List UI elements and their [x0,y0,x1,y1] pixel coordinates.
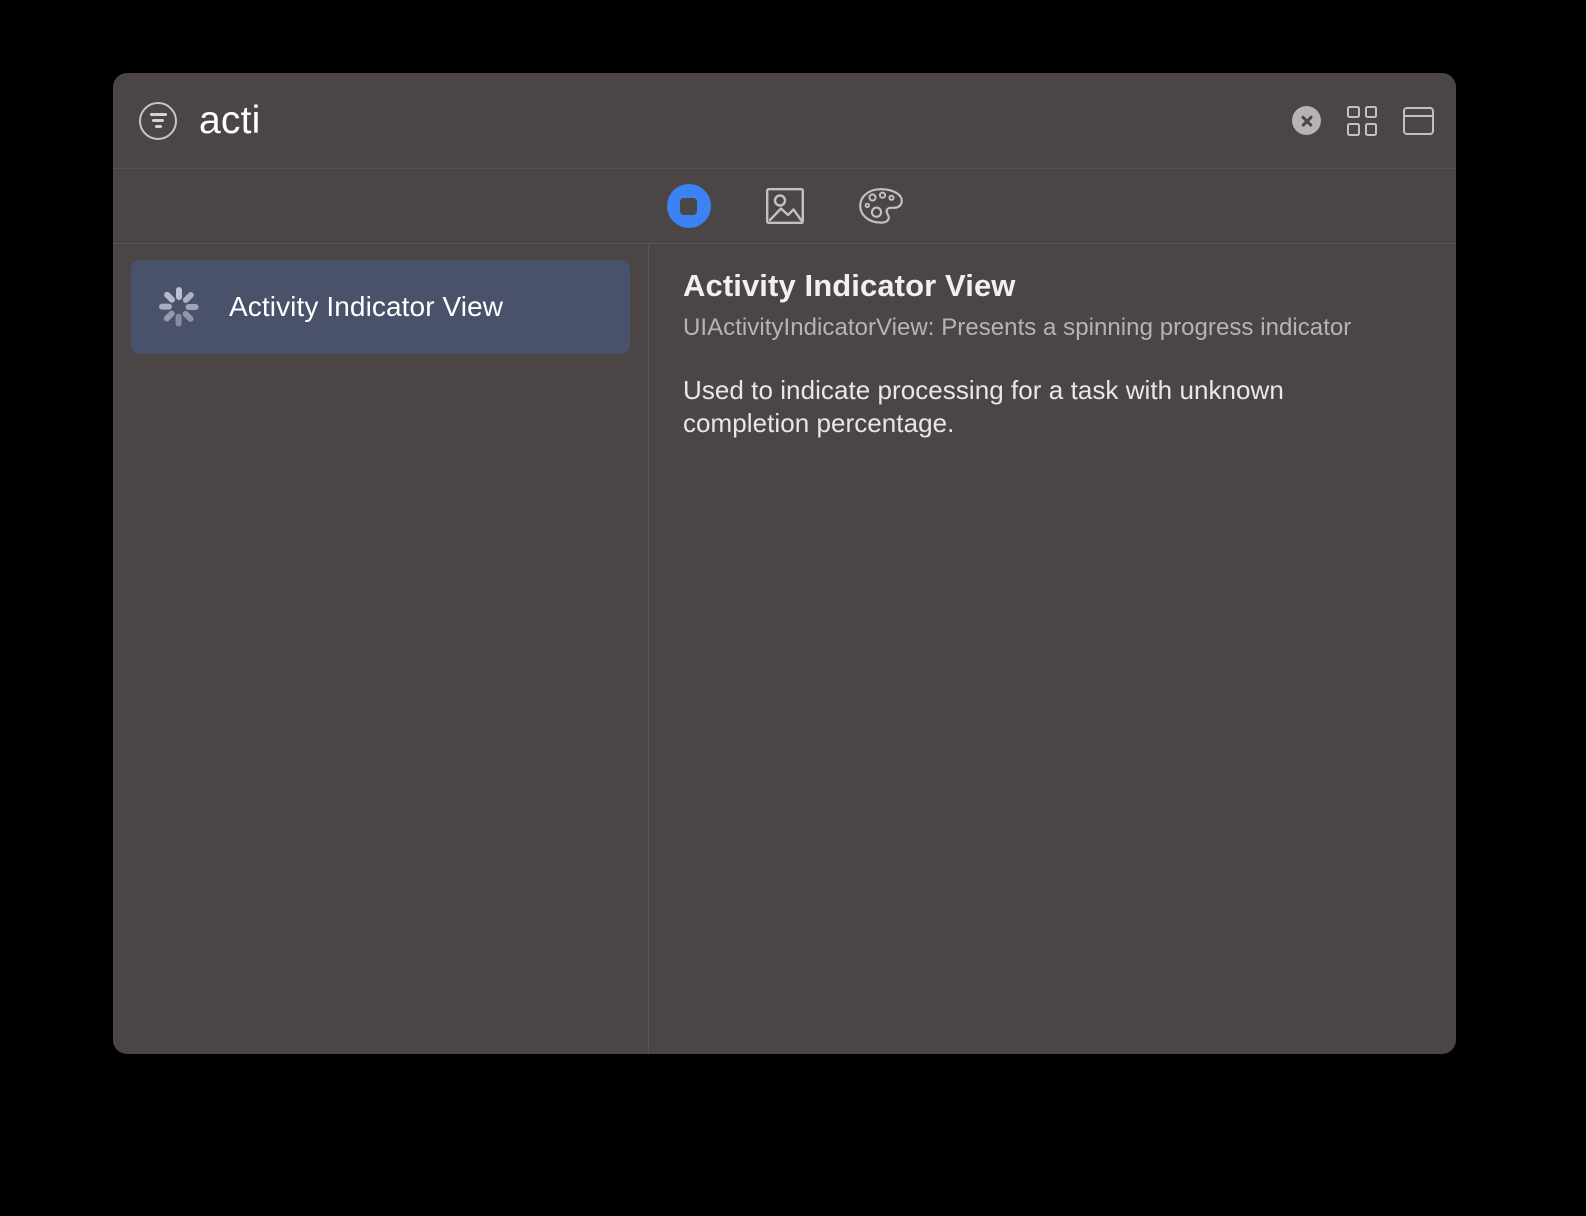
list-item-activity-indicator-view[interactable]: Activity Indicator View [131,260,630,354]
grid-cell-1 [1347,105,1360,118]
grid-cell-3 [1347,123,1360,136]
tab-images[interactable] [754,178,816,234]
filter-line-3 [154,125,162,128]
image-placeholder-icon [765,188,804,224]
palette-icon [858,188,903,224]
filter-line-1 [149,113,167,116]
list-item-label: Activity Indicator View [229,291,504,322]
filled-circle-square-icon [666,184,711,228]
search-input[interactable] [199,98,1272,143]
search-input-wrap [199,73,1272,168]
detail-title: Activity Indicator View [683,268,1016,303]
filter-icon[interactable] [139,101,177,140]
detail-subtitle: UIActivityIndicatorView: Presents a spin… [683,314,1352,341]
search-actions [1292,105,1434,136]
tab-strip [113,169,1456,244]
content-area: Activity Indicator View Activity Indicat… [113,244,1456,1054]
filter-line-2 [152,119,164,122]
clear-search-icon[interactable] [1292,106,1321,135]
tab-components[interactable] [658,178,720,234]
activity-indicator-spinner-icon [155,283,203,331]
detail-body-text: Used to indicate processing for a task w… [683,375,1284,439]
results-list-pane: Activity Indicator View [113,244,649,1054]
app-window: Activity Indicator View Activity Indicat… [113,73,1456,1054]
panel-view-icon[interactable] [1403,106,1434,135]
grid-cell-4 [1364,123,1377,136]
search-bar [113,73,1456,169]
grid-cell-2 [1364,105,1377,118]
tab-colors[interactable] [850,178,912,234]
detail-pane: Activity Indicator View UIActivityIndica… [649,244,1456,1054]
grid-view-icon[interactable] [1347,105,1377,136]
inner-square [680,197,697,215]
